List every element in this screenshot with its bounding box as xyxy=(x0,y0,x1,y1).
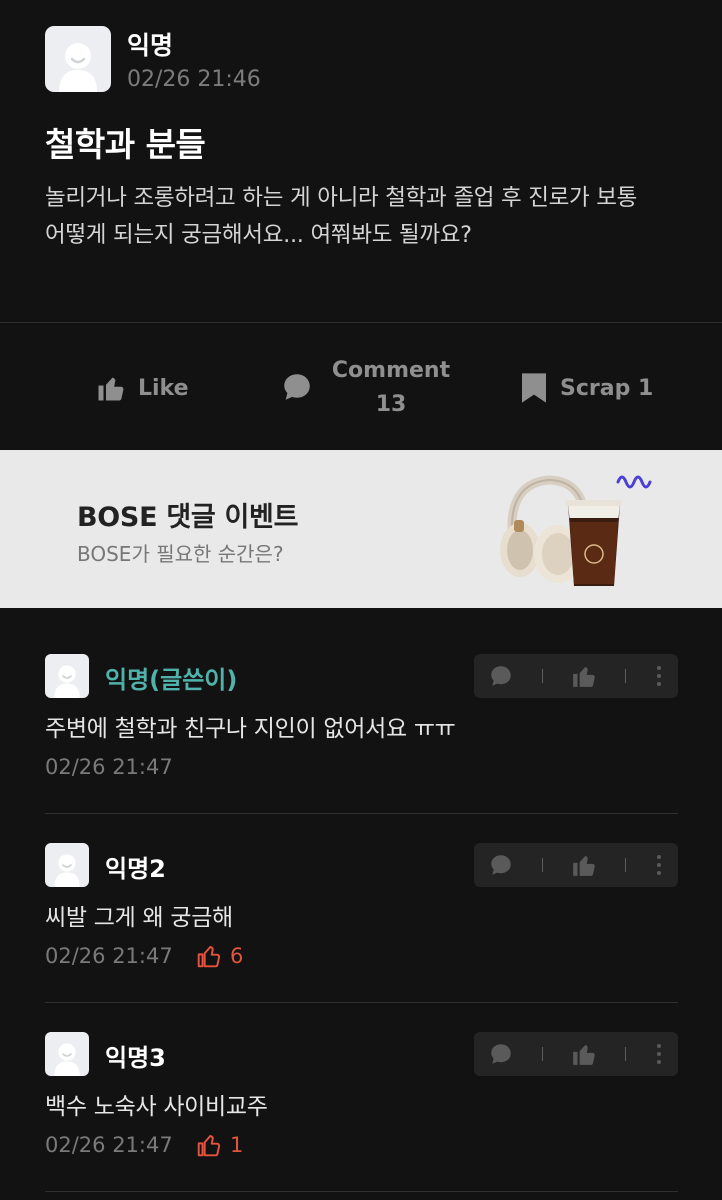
avatar-icon xyxy=(59,43,97,92)
divider xyxy=(45,1002,678,1003)
separator xyxy=(542,858,543,872)
thumbs-up-icon xyxy=(98,377,124,401)
post-title: 철학과 분들 xyxy=(45,125,206,164)
comment-time: 02/26 21:47 xyxy=(45,944,173,968)
avatar-icon xyxy=(54,854,80,887)
scrap-label: Scrap 1 xyxy=(560,375,654,401)
comment-author: 익명3 xyxy=(105,1044,166,1072)
reply-icon[interactable] xyxy=(488,1041,514,1067)
comment-avatar xyxy=(45,843,89,887)
like-label: Like xyxy=(138,375,189,401)
comment-author: 익명(글쓴이) xyxy=(105,666,238,694)
thumbs-up-outline-icon xyxy=(197,1134,221,1157)
comment-action-bar xyxy=(474,654,678,698)
comment-avatar xyxy=(45,654,89,698)
comment-text: 주변에 철학과 친구나 지인이 없어서요 ㅠㅠ xyxy=(45,716,456,742)
comment-bubble-icon xyxy=(284,374,310,400)
comment-text: 백수 노숙사 사이비교주 xyxy=(45,1094,268,1120)
thumbs-up-icon[interactable] xyxy=(571,852,597,878)
like-count-value: 1 xyxy=(230,1133,244,1157)
author-avatar xyxy=(45,26,111,92)
comment-action-bar xyxy=(474,843,678,887)
avatar-icon xyxy=(54,665,80,698)
comment-author: 익명2 xyxy=(105,855,166,883)
bookmark-icon xyxy=(522,373,546,403)
reply-icon[interactable] xyxy=(488,663,514,689)
comment-like-count: 1 xyxy=(196,1132,243,1158)
more-vertical-icon[interactable] xyxy=(654,1042,664,1066)
separator xyxy=(542,1047,543,1061)
separator xyxy=(625,1047,626,1061)
separator xyxy=(625,669,626,683)
comment-button[interactable]: Comment 13 xyxy=(278,352,458,422)
reply-icon[interactable] xyxy=(488,852,514,878)
post-time: 02/26 21:46 xyxy=(127,67,261,92)
avatar-icon xyxy=(54,1043,80,1076)
comment-label: Comment xyxy=(331,358,451,383)
thumbs-up-icon[interactable] xyxy=(571,1041,597,1067)
comment-count: 13 xyxy=(375,392,407,417)
more-vertical-icon[interactable] xyxy=(654,853,664,877)
comment-time: 02/26 21:47 xyxy=(45,1133,173,1157)
comment-text: 씨발 그게 왜 궁금해 xyxy=(45,905,233,931)
separator xyxy=(625,858,626,872)
post-author: 익명 xyxy=(127,31,174,60)
comment-like-count: 6 xyxy=(196,943,243,969)
banner-subtitle: BOSE가 필요한 순간은? xyxy=(77,542,284,566)
like-button[interactable]: Like xyxy=(96,368,189,408)
divider xyxy=(0,322,722,323)
like-count-value: 6 xyxy=(230,944,244,968)
divider xyxy=(45,813,678,814)
divider xyxy=(45,1191,678,1192)
comment-time: 02/26 21:47 xyxy=(45,755,173,779)
comment-avatar xyxy=(45,1032,89,1076)
separator xyxy=(542,669,543,683)
thumbs-up-outline-icon xyxy=(197,945,221,968)
banner-title: BOSE 댓글 이벤트 xyxy=(77,502,299,533)
post-body: 놀리거나 조롱하려고 하는 게 아니라 철학과 졸업 후 진로가 보통 어떻게 … xyxy=(45,185,638,248)
thumbs-up-icon[interactable] xyxy=(571,663,597,689)
scrap-button[interactable]: Scrap 1 xyxy=(520,368,653,408)
banner-product-image xyxy=(500,475,652,586)
comment-action-bar xyxy=(474,1032,678,1076)
more-vertical-icon[interactable] xyxy=(654,664,664,688)
